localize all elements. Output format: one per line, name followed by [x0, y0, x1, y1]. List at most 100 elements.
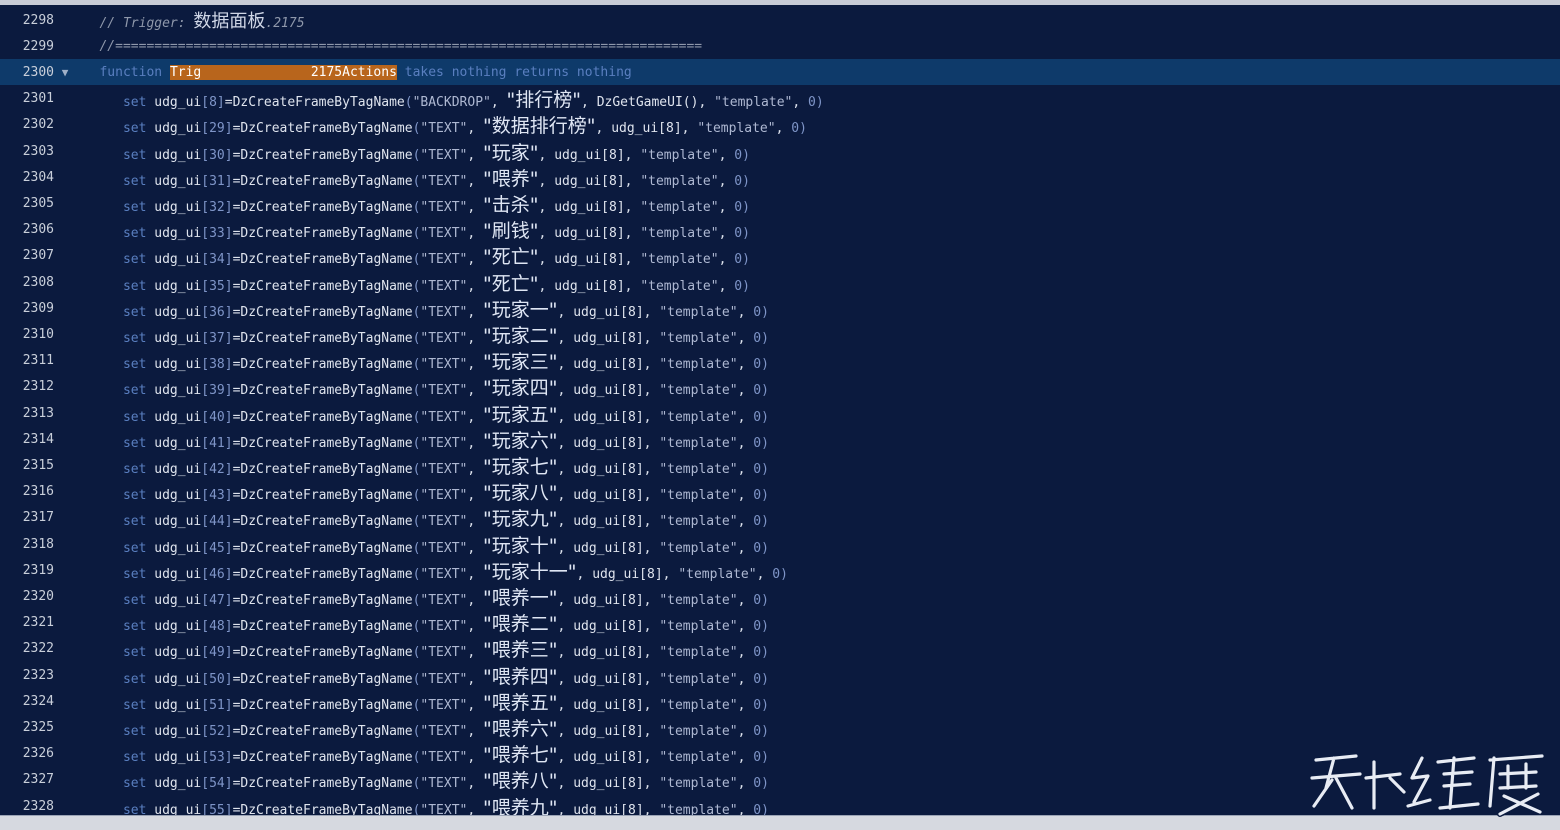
- code-text: set udg_ui[50]=DzCreateFrameByTagName("T…: [76, 662, 769, 689]
- line-number: 2311: [22, 353, 54, 369]
- code-token: ]: [224, 802, 233, 816]
- code-token: ,: [557, 619, 574, 635]
- template-string: "template": [659, 514, 738, 530]
- code-token: ): [761, 514, 769, 530]
- code-token: [: [201, 147, 210, 163]
- frame-label-string: 喂养九: [491, 796, 549, 816]
- id-arg: 0: [753, 357, 762, 373]
- tag-string: "TEXT": [420, 750, 468, 766]
- code-token: ,: [467, 645, 484, 661]
- frame-label-string: 玩家五: [491, 403, 549, 426]
- code-token: ,: [467, 330, 484, 346]
- code-line[interactable]: 2309 set udg_ui[36]=DzCreateFrameByTagNa…: [0, 295, 1560, 321]
- code-line[interactable]: 2314 set udg_ui[41]=DzCreateFrameByTagNa…: [0, 426, 1560, 452]
- code-token: ,: [557, 750, 574, 766]
- code-token: ]: [224, 199, 233, 215]
- code-line[interactable]: 2324 set udg_ui[51]=DzCreateFrameByTagNa…: [0, 688, 1560, 714]
- code-token: ]: [224, 723, 233, 739]
- code-line[interactable]: 2300 ▼ function Trig 2175Actions takes no…: [0, 59, 1560, 86]
- code-line[interactable]: 2319 set udg_ui[46]=DzCreateFrameByTagNa…: [0, 557, 1560, 583]
- code-token: ,: [792, 95, 809, 111]
- code-line[interactable]: 2302 set udg_ui[29]=DzCreateFrameByTagNa…: [0, 112, 1560, 138]
- frame-label-string: 玩家二: [491, 324, 549, 347]
- line-number: 2321: [22, 615, 54, 631]
- id-arg: 0: [734, 173, 743, 189]
- code-token: [: [201, 304, 210, 320]
- code-token: ): [799, 121, 807, 137]
- code-line[interactable]: 2321 set udg_ui[48]=DzCreateFrameByTagNa…: [0, 610, 1560, 636]
- parent-arg: udg_ui[8]: [573, 488, 644, 504]
- function-call: DzCreateFrameByTagName: [240, 121, 413, 137]
- code-token: ,: [737, 645, 754, 661]
- code-line[interactable]: 2301 set udg_ui[8]=DzCreateFrameByTagNam…: [0, 86, 1560, 112]
- code-token: ,: [624, 199, 641, 215]
- line-number: 2315: [22, 457, 54, 473]
- variable-name: udg_ui: [154, 592, 202, 608]
- code-token: ,: [467, 723, 484, 739]
- code-line[interactable]: 2304 set udg_ui[31]=DzCreateFrameByTagNa…: [0, 164, 1560, 190]
- code-line[interactable]: 2299 //=================================…: [0, 33, 1560, 59]
- code-line[interactable]: 2316 set udg_ui[43]=DzCreateFrameByTagNa…: [0, 479, 1560, 505]
- code-token: ": [483, 508, 492, 531]
- code-token: ,: [698, 95, 715, 111]
- code-token: ]: [224, 147, 233, 163]
- keyword-set: set: [122, 776, 147, 792]
- code-line[interactable]: 2312 set udg_ui[39]=DzCreateFrameByTagNa…: [0, 374, 1560, 400]
- code-line[interactable]: 2323 set udg_ui[50]=DzCreateFrameByTagNa…: [0, 662, 1560, 688]
- code-token: ,: [467, 592, 484, 608]
- code-line[interactable]: 2315 set udg_ui[42]=DzCreateFrameByTagNa…: [0, 452, 1560, 478]
- code-line[interactable]: 2310 set udg_ui[37]=DzCreateFrameByTagNa…: [0, 321, 1560, 347]
- code-line[interactable]: 2303 set udg_ui[30]=DzCreateFrameByTagNa…: [0, 138, 1560, 164]
- code-token: ": [483, 586, 492, 609]
- code-text: set udg_ui[48]=DzCreateFrameByTagName("T…: [76, 609, 769, 636]
- code-token: ,: [467, 304, 484, 320]
- code-token: ]: [224, 383, 233, 399]
- code-line[interactable]: 2322 set udg_ui[49]=DzCreateFrameByTagNa…: [0, 636, 1560, 662]
- code-text: //======================================…: [76, 39, 702, 54]
- code-token: ]: [224, 592, 233, 608]
- code-line[interactable]: 2298 // Trigger: 数据面板.2175: [0, 7, 1560, 33]
- code-token: ]: [224, 226, 233, 242]
- code-line[interactable]: 2311 set udg_ui[38]=DzCreateFrameByTagNa…: [0, 348, 1560, 374]
- code-token: ]: [224, 697, 233, 713]
- code-line[interactable]: 2308 set udg_ui[35]=DzCreateFrameByTagNa…: [0, 269, 1560, 295]
- code-token: ,: [467, 278, 484, 294]
- function-name-highlight[interactable]: Trig 2175Actions: [169, 64, 397, 80]
- code-line[interactable]: 2307 set udg_ui[34]=DzCreateFrameByTagNa…: [0, 243, 1560, 269]
- code-token: ": [548, 717, 558, 740]
- function-call: DzCreateFrameByTagName: [240, 645, 413, 661]
- code-token: ": [483, 298, 492, 321]
- tag-string: "TEXT": [420, 409, 468, 425]
- code-text: set udg_ui[46]=DzCreateFrameByTagName("T…: [76, 557, 788, 584]
- code-line[interactable]: 2318 set udg_ui[45]=DzCreateFrameByTagNa…: [0, 531, 1560, 557]
- code-token: ): [761, 488, 769, 504]
- tag-string: "TEXT": [420, 723, 468, 739]
- code-line[interactable]: 2305 set udg_ui[32]=DzCreateFrameByTagNa…: [0, 190, 1560, 216]
- code-line[interactable]: 2317 set udg_ui[44]=DzCreateFrameByTagNa…: [0, 505, 1560, 531]
- function-call: DzCreateFrameByTagName: [240, 592, 413, 608]
- code-token: ,: [467, 619, 484, 635]
- code-token: ": [529, 167, 539, 190]
- comment-suffix: .2175: [265, 16, 305, 31]
- code-line[interactable]: 2320 set udg_ui[47]=DzCreateFrameByTagNa…: [0, 583, 1560, 609]
- code-token: [: [201, 566, 210, 582]
- fold-toggle-icon[interactable]: ▼: [54, 66, 76, 79]
- array-index: 49: [209, 645, 225, 661]
- code-token: ): [761, 540, 769, 556]
- code-token: ,: [737, 330, 754, 346]
- code-line[interactable]: 2313 set udg_ui[40]=DzCreateFrameByTagNa…: [0, 400, 1560, 426]
- code-line[interactable]: 2306 set udg_ui[33]=DzCreateFrameByTagNa…: [0, 217, 1560, 243]
- code-token: ): [761, 697, 769, 713]
- code-editor[interactable]: 2298 // Trigger: 数据面板.2175 2299 //=======…: [0, 5, 1560, 815]
- array-index: 53: [209, 750, 225, 766]
- code-line[interactable]: 2325 set udg_ui[52]=DzCreateFrameByTagNa…: [0, 714, 1560, 740]
- id-arg: 0: [808, 95, 816, 111]
- line-number: 2309: [22, 300, 54, 316]
